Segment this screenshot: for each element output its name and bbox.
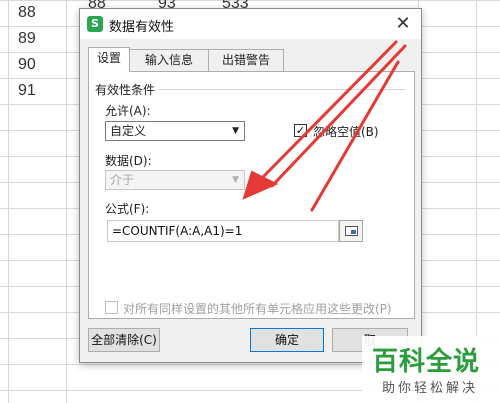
- arrow-head: [242, 170, 279, 200]
- watermark-logo: 百科全说: [372, 347, 481, 377]
- tab-settings[interactable]: 设置: [88, 47, 130, 72]
- arrow-shaft: [260, 40, 398, 180]
- watermark: 百科全说 助你轻松解决: [362, 336, 500, 403]
- watermark-slogan: 助你轻松解决: [382, 381, 479, 396]
